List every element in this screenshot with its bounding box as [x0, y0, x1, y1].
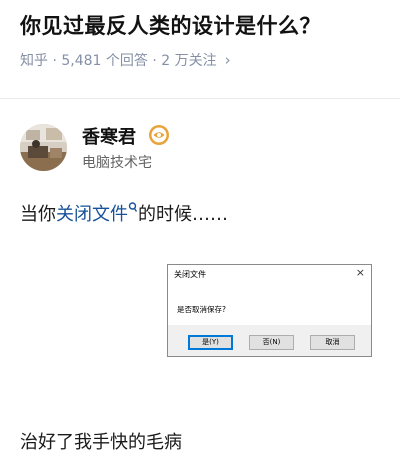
question-title[interactable]: 你见过最反人类的设计是什么？	[20, 10, 321, 40]
author-name[interactable]: 香寒君	[82, 123, 136, 149]
answer-paragraph-2: 治好了我手快的毛病	[20, 432, 182, 453]
author-bio: 电脑技术宅	[82, 155, 152, 171]
keyword-link[interactable]: 关闭文件	[56, 204, 128, 225]
question-meta[interactable]: 知乎 · 5,481 个回答 · 2 万关注 ›	[20, 50, 231, 70]
avatar-image	[20, 124, 67, 171]
dialog-title: 关闭文件	[174, 270, 206, 279]
avatar[interactable]	[20, 124, 67, 171]
no-button[interactable]: 否(N)	[249, 335, 294, 350]
question-stats: 知乎 · 5,481 个回答 · 2 万关注	[20, 53, 217, 69]
answer-page: 你见过最反人类的设计是什么？ 知乎 · 5,481 个回答 · 2 万关注 › 香…	[0, 0, 400, 475]
yes-button[interactable]: 是(Y)	[188, 335, 233, 350]
dialog-message: 是否取消保存?	[177, 305, 226, 314]
search-icon[interactable]	[128, 202, 137, 213]
eye-badge-icon	[149, 125, 169, 145]
answer-text: 当你	[20, 204, 56, 225]
close-file-dialog: 关闭文件 × 是否取消保存? 是(Y) 否(N) 取消	[167, 264, 372, 357]
answer-paragraph-1: 当你关闭文件 的时候……	[20, 200, 228, 226]
cancel-button[interactable]: 取消	[310, 335, 355, 350]
dialog-body	[168, 282, 371, 324]
divider	[0, 98, 400, 99]
chevron-right-icon: ›	[224, 51, 231, 69]
close-icon[interactable]: ×	[356, 266, 365, 279]
answer-text: 的时候……	[138, 204, 228, 225]
